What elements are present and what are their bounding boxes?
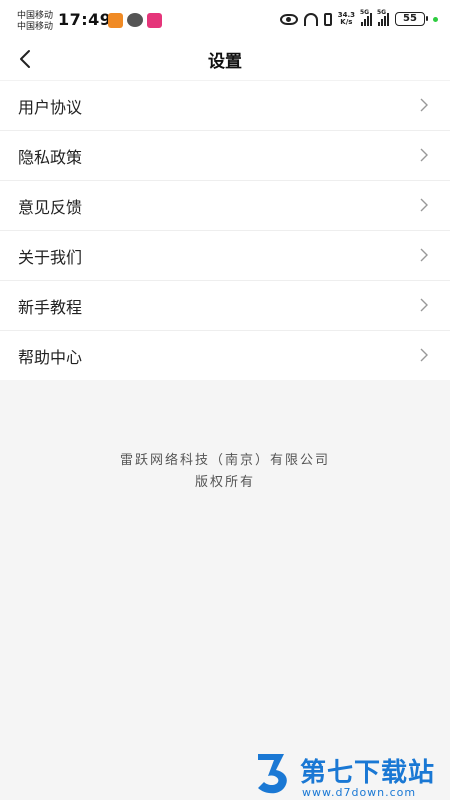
menu-item-privacy-policy[interactable]: 隐私政策 (0, 130, 450, 180)
menu-item-feedback[interactable]: 意见反馈 (0, 180, 450, 230)
chevron-right-icon (420, 348, 428, 362)
watermark-title: 第七下载站 (300, 758, 436, 788)
site-watermark: 第七下载站 www.d7down.com (254, 750, 448, 800)
chevron-right-icon (420, 298, 428, 312)
carrier-labels: 中国移动 中国移动 (17, 11, 53, 33)
rights-text: 版权所有 (194, 475, 255, 490)
wechat-icon (127, 13, 143, 27)
carrier-2: 中国移动 (17, 22, 54, 32)
watermark-url: www.d7down.com (302, 786, 417, 799)
menu-item-tutorial[interactable]: 新手教程 (0, 280, 450, 330)
chevron-right-icon (420, 198, 428, 212)
mail-app-icon (108, 13, 123, 28)
eye-icon (279, 13, 298, 25)
status-bar: 中国移动 中国移动 17:49 34.3 K/s 5G 5G 55 (0, 0, 450, 42)
menu-item-label: 新手教程 (18, 298, 83, 317)
privacy-dot-icon (433, 16, 438, 22)
settings-menu: 用户协议 隐私政策 意见反馈 关于我们 新手教程 帮助中心 (0, 80, 450, 380)
menu-item-help-center[interactable]: 帮助中心 (0, 330, 450, 380)
status-indicators: 34.3 K/s 5G 5G 55 (279, 9, 438, 26)
app-notification-icon (147, 13, 162, 28)
menu-item-user-agreement[interactable]: 用户协议 (0, 80, 450, 130)
vibrate-icon (323, 12, 332, 26)
signal-1-label: 5G (360, 9, 370, 16)
menu-item-about-us[interactable]: 关于我们 (0, 230, 450, 280)
company-name: 雷跃网络科技（南京）有限公司 (119, 453, 330, 468)
network-speed: 34.3 K/s (338, 12, 355, 26)
chevron-right-icon (420, 148, 428, 162)
headset-icon (303, 12, 318, 26)
signal-2-label: 5G (377, 9, 387, 16)
menu-item-label: 帮助中心 (18, 348, 83, 367)
signal-icon: 5G (360, 9, 372, 26)
menu-item-label: 意见反馈 (18, 198, 83, 217)
chevron-right-icon (420, 98, 428, 112)
menu-item-label: 关于我们 (18, 248, 83, 267)
chevron-right-icon (420, 248, 428, 262)
watermark-logo-icon (258, 754, 287, 794)
battery-icon: 55 (395, 12, 428, 26)
clock: 17:49 (58, 10, 112, 29)
menu-item-label: 用户协议 (18, 98, 83, 117)
carrier-1: 中国移动 (17, 11, 54, 21)
notification-icons (108, 13, 162, 28)
signal-icon: 5G (377, 9, 389, 26)
page-title: 设置 (208, 52, 242, 72)
copyright-footer: 雷跃网络科技（南京）有限公司 版权所有 (0, 450, 450, 494)
nav-bar: 设置 (0, 42, 450, 80)
network-speed-unit: K/s (340, 18, 353, 26)
menu-item-label: 隐私政策 (18, 148, 83, 167)
